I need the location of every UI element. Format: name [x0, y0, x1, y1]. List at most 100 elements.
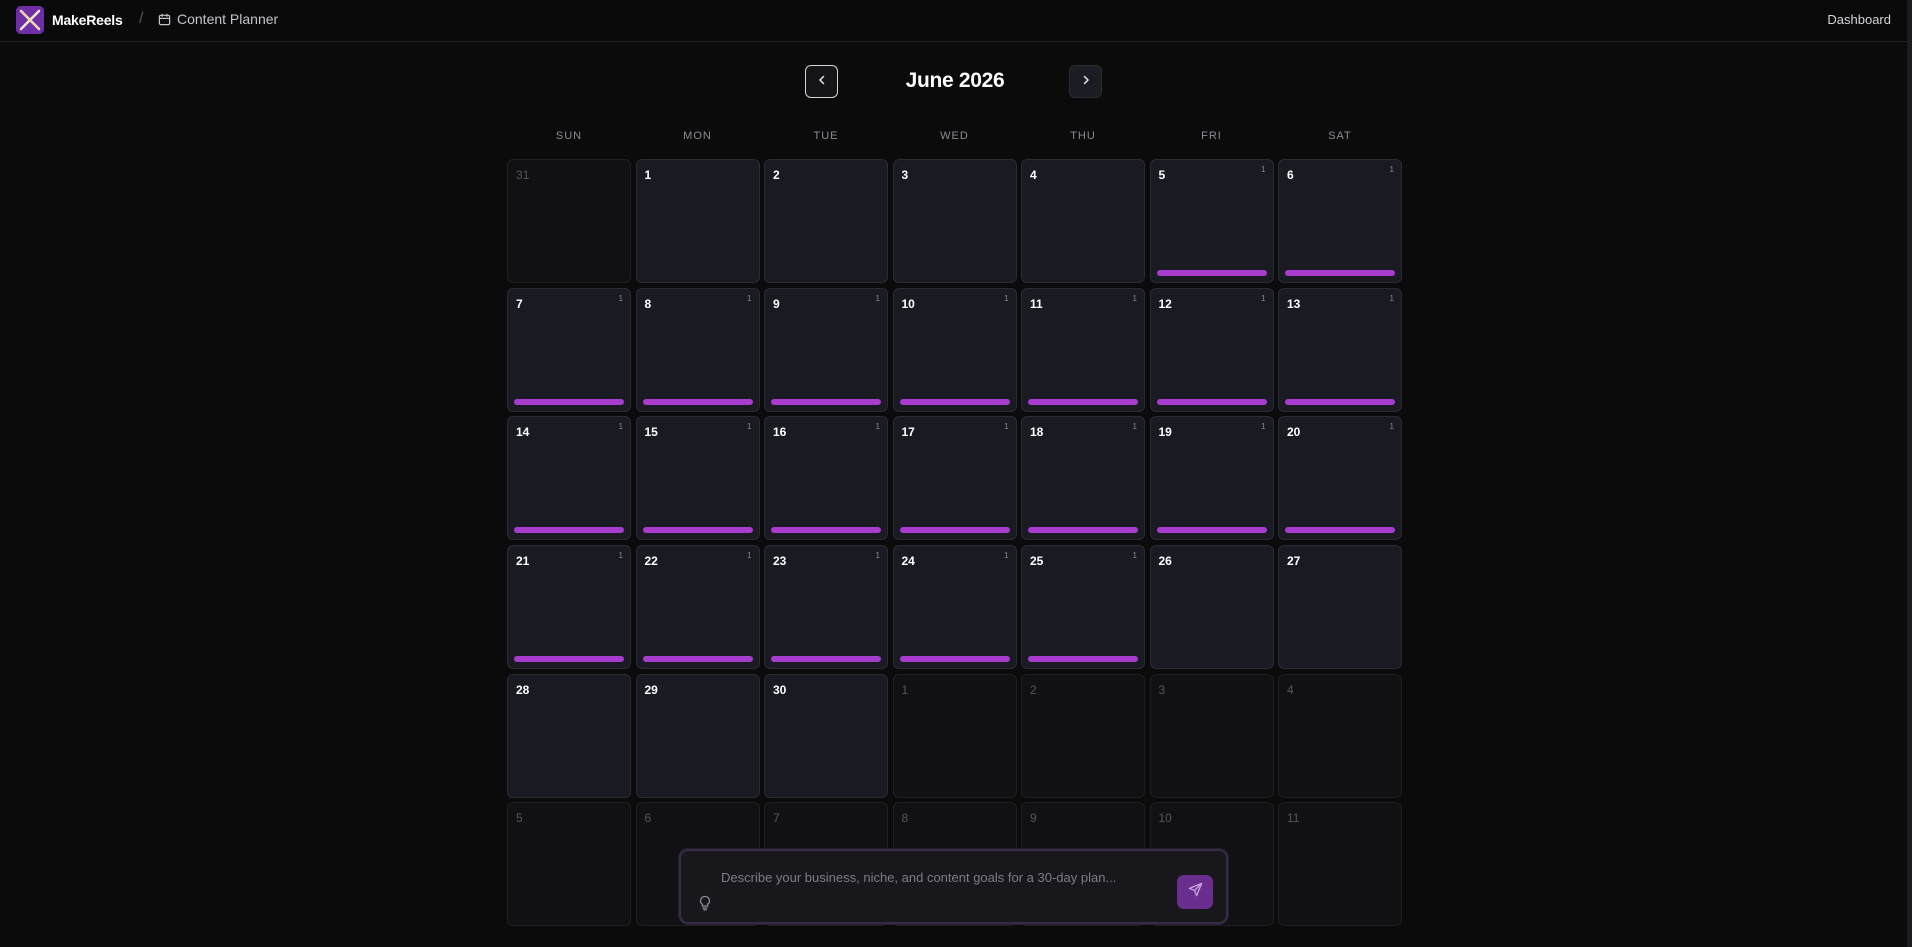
day-cell[interactable]: 91 [764, 287, 888, 412]
day-cell[interactable]: 27 [1278, 545, 1402, 670]
day-cell[interactable]: 12 1 [1149, 287, 1274, 412]
day-cell[interactable]: 3 [1149, 673, 1274, 798]
day-cell[interactable]: 31 [507, 159, 631, 283]
day-cell[interactable]: 1 [892, 673, 1017, 798]
day-cell[interactable]: 11 1 [1021, 287, 1145, 412]
day-cell[interactable]: 3 [892, 159, 1017, 283]
post-count: 1 [1132, 551, 1137, 561]
scheduled-post-bar[interactable] [642, 398, 753, 405]
day-cell[interactable]: 71 [507, 287, 631, 412]
day-cell[interactable]: 4 [1278, 673, 1402, 798]
day-cell[interactable]: 23 1 [764, 545, 888, 670]
day-cell[interactable]: 30 [764, 673, 888, 798]
prev-month-button[interactable] [805, 65, 838, 98]
scheduled-post-bar[interactable] [1028, 656, 1138, 663]
day-cell[interactable]: 61 [1278, 159, 1402, 283]
brand-name[interactable]: MakeReels [52, 12, 123, 28]
scheduled-post-bar[interactable] [1028, 527, 1138, 534]
scheduled-post-bar[interactable] [1285, 527, 1395, 534]
day-number: 6 [644, 811, 652, 826]
day-number: 3 [1158, 682, 1166, 697]
scheduled-post-bar[interactable] [771, 398, 881, 405]
day-number: 16 [773, 425, 787, 440]
calendar-icon [158, 13, 171, 26]
weekday-label: SUN [555, 130, 583, 142]
scheduled-post-bar[interactable] [771, 656, 881, 663]
month-navigation: June 2026 [0, 64, 1907, 98]
day-number: 31 [516, 168, 530, 182]
day-number: 21 [516, 554, 530, 569]
post-count: 1 [1004, 551, 1009, 561]
day-cell[interactable]: 2 [1021, 673, 1145, 798]
top-bar: MakeReels / Content Planner Dashboard [0, 0, 1907, 42]
scheduled-post-bar[interactable] [771, 527, 881, 534]
day-cell[interactable]: 25 1 [1021, 545, 1145, 670]
day-cell[interactable]: 19 1 [1149, 416, 1274, 541]
day-cell[interactable]: 13 1 [1278, 287, 1402, 412]
day-cell[interactable]: 14 1 [507, 416, 631, 541]
post-count: 1 [1132, 293, 1137, 303]
send-button[interactable] [1177, 875, 1213, 909]
post-count: 1 [618, 551, 623, 561]
day-cell[interactable]: 11 [1278, 802, 1402, 927]
makereels-logo-icon[interactable] [16, 6, 44, 34]
day-number: 3 [901, 168, 909, 182]
post-count: 1 [618, 422, 623, 432]
post-count: 1 [1004, 422, 1009, 432]
dashboard-link[interactable]: Dashboard [1827, 12, 1891, 27]
day-cell[interactable]: 16 1 [764, 416, 888, 541]
chevron-right-icon [1080, 73, 1092, 91]
scheduled-post-bar[interactable] [899, 398, 1010, 405]
weekday-label: WED [940, 130, 969, 142]
scrollbar[interactable] [1907, 0, 1912, 947]
lightbulb-icon[interactable] [698, 895, 712, 916]
day-number: 4 [1030, 168, 1037, 182]
day-number: 23 [773, 554, 787, 569]
scheduled-post-bar[interactable] [642, 527, 753, 534]
day-number: 28 [516, 682, 530, 697]
day-number: 6 [1287, 168, 1294, 182]
breadcrumb[interactable]: Content Planner [158, 11, 278, 27]
day-cell[interactable]: 28 [507, 673, 631, 798]
day-number: 11 [1030, 296, 1043, 311]
scheduled-post-bar[interactable] [1156, 270, 1267, 276]
day-cell[interactable]: 26 [1149, 545, 1274, 670]
scheduled-post-bar[interactable] [899, 527, 1010, 534]
day-cell[interactable]: 10 1 [892, 287, 1017, 412]
scheduled-post-bar[interactable] [514, 656, 624, 663]
weekday-label: FRI [1201, 130, 1222, 142]
day-number: 29 [644, 682, 658, 697]
day-cell[interactable]: 24 1 [892, 545, 1017, 670]
day-number: 10 [901, 296, 915, 311]
day-cell[interactable]: 29 [635, 673, 760, 798]
chevron-left-icon [816, 73, 828, 91]
day-cell[interactable]: 4 [1021, 159, 1145, 283]
next-month-button[interactable] [1069, 65, 1102, 98]
day-cell[interactable]: 15 1 [635, 416, 760, 541]
day-number: 2 [1030, 682, 1037, 697]
scheduled-post-bar[interactable] [1285, 270, 1395, 276]
plan-prompt-input[interactable] [719, 869, 1159, 886]
day-number: 20 [1287, 425, 1301, 440]
day-cell[interactable]: 20 1 [1278, 416, 1402, 541]
post-count: 1 [1389, 422, 1394, 432]
scheduled-post-bar[interactable] [1285, 398, 1395, 405]
scheduled-post-bar[interactable] [899, 656, 1010, 663]
day-cell[interactable]: 2 [764, 159, 888, 283]
day-cell[interactable]: 51 [1149, 159, 1274, 283]
scheduled-post-bar[interactable] [1028, 398, 1138, 405]
scheduled-post-bar[interactable] [1156, 527, 1267, 534]
day-number: 15 [644, 425, 658, 440]
scheduled-post-bar[interactable] [514, 398, 624, 405]
day-cell[interactable]: 22 1 [635, 545, 760, 670]
day-number: 30 [773, 682, 787, 697]
day-cell[interactable]: 21 1 [507, 545, 631, 670]
day-cell[interactable]: 18 1 [1021, 416, 1145, 541]
day-cell[interactable]: 1 [635, 159, 760, 283]
day-cell[interactable]: 17 1 [892, 416, 1017, 541]
scheduled-post-bar[interactable] [1156, 398, 1267, 405]
scheduled-post-bar[interactable] [642, 656, 753, 663]
day-cell[interactable]: 81 [635, 287, 760, 412]
scheduled-post-bar[interactable] [514, 527, 624, 534]
day-cell[interactable]: 5 [507, 802, 631, 927]
